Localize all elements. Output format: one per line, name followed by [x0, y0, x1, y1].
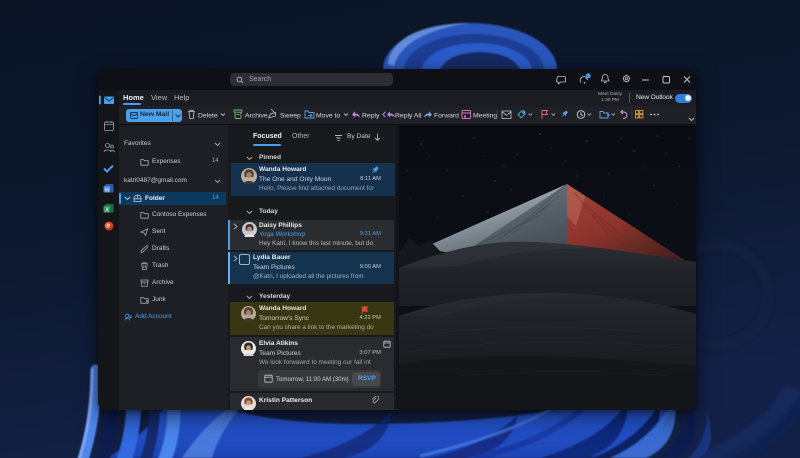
svg-text:Forward: Forward [434, 113, 459, 120]
svg-text:W: W [105, 188, 111, 194]
svg-text:X: X [105, 208, 109, 214]
svg-text:Archive: Archive [245, 113, 268, 120]
svg-text:Sweep: Sweep [280, 113, 301, 120]
svg-text:Reply All: Reply All [395, 113, 422, 120]
svg-text:Reply: Reply [362, 113, 380, 120]
svg-text:Meeting: Meeting [473, 113, 497, 120]
svg-text:Move to: Move to [316, 113, 340, 120]
svg-text:P: P [107, 224, 111, 230]
svg-text:Delete: Delete [198, 113, 218, 120]
